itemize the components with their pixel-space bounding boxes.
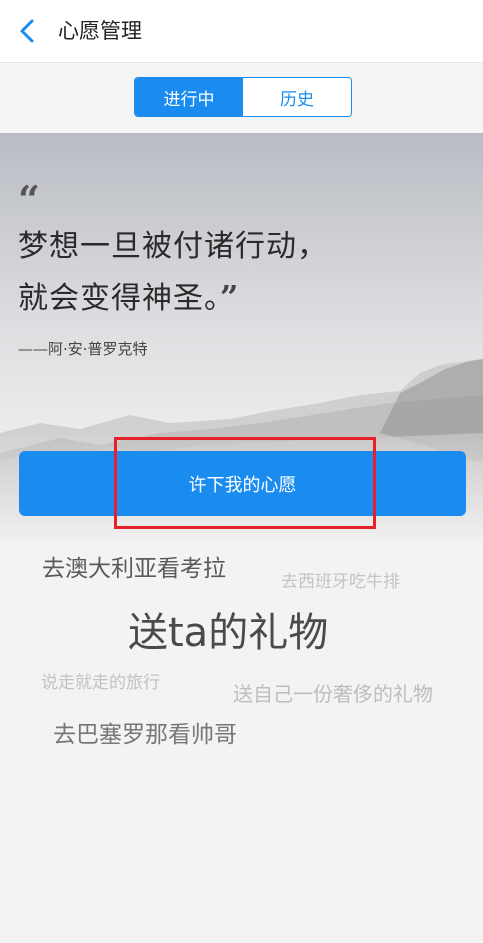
- tab-bar: 进行中 历史: [0, 63, 483, 133]
- tab-in-progress[interactable]: 进行中: [135, 78, 243, 116]
- quote-line-2-text: 就会变得神圣。: [18, 281, 220, 316]
- quote-author: ——阿·安·普罗克特: [18, 340, 148, 358]
- wish-tag[interactable]: 说走就走的旅行: [41, 668, 160, 693]
- wish-tag[interactable]: 送ta的礼物: [128, 600, 328, 658]
- chevron-left-icon[interactable]: [14, 17, 42, 45]
- open-quote-mark: “: [18, 177, 40, 222]
- make-wish-button[interactable]: 许下我的心愿: [19, 451, 466, 516]
- tab-history[interactable]: 历史: [243, 78, 351, 116]
- tab-switcher: 进行中 历史: [134, 77, 352, 117]
- wish-tag[interactable]: 去西班牙吃牛排: [281, 567, 400, 592]
- quote-line-2: 就会变得神圣。”: [18, 273, 239, 317]
- top-bar: 心愿管理: [0, 0, 483, 63]
- quote-line-1: 梦想一旦被付诸行动，: [18, 229, 328, 264]
- wish-tag[interactable]: 去澳大利亚看考拉: [42, 549, 226, 583]
- wish-tag[interactable]: 送自己一份奢侈的礼物: [233, 678, 433, 707]
- wish-tag[interactable]: 去巴塞罗那看帅哥: [53, 715, 237, 749]
- close-quote-mark: ”: [220, 278, 240, 316]
- page-title: 心愿管理: [58, 19, 142, 43]
